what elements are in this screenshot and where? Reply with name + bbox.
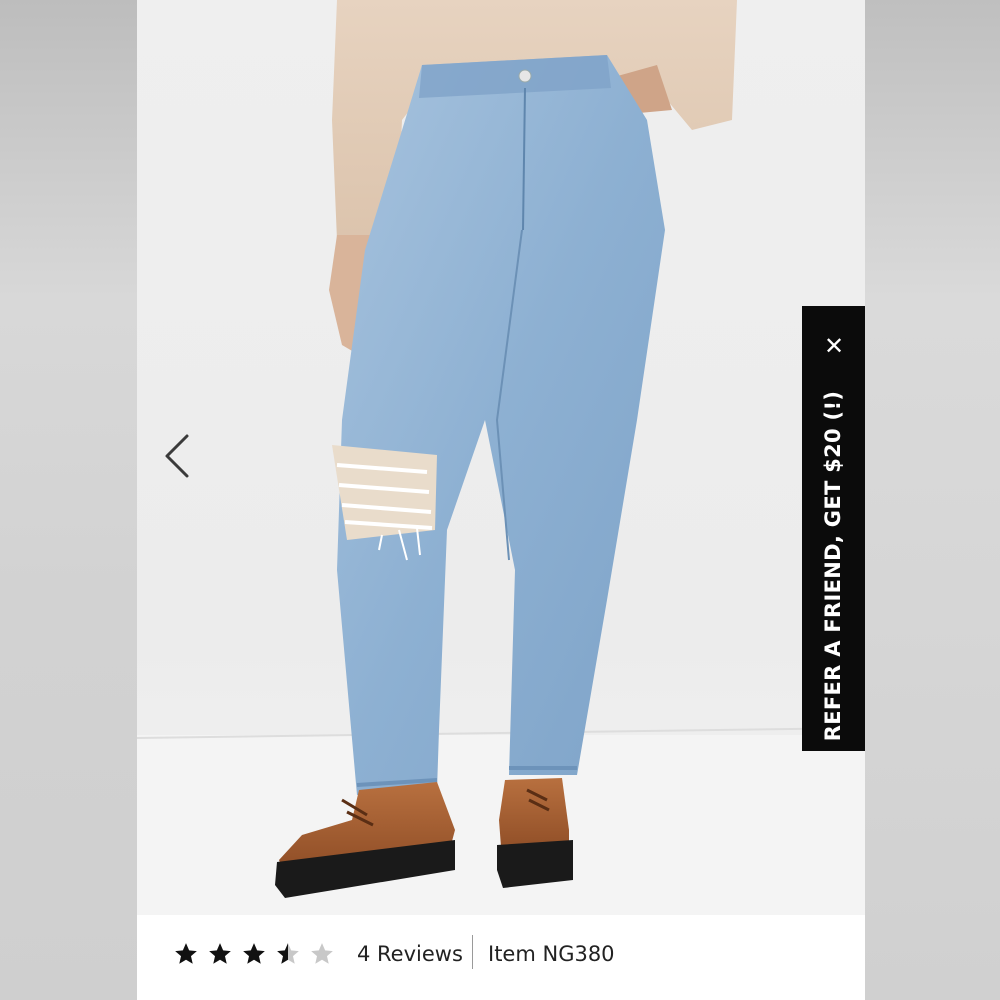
left-blurred-background — [0, 0, 137, 1000]
star-filled-icon — [209, 943, 231, 964]
right-blurred-background — [865, 0, 1000, 1000]
chevron-left-icon — [165, 434, 189, 478]
star-half-icon — [277, 943, 299, 964]
star-filled-icon — [175, 943, 197, 964]
product-image-viewer: ✕ REFER A FRIEND, GET $20 (!) 4 Reviews … — [137, 0, 865, 1000]
product-photo-illustration — [137, 0, 865, 915]
screen-frame: ✕ REFER A FRIEND, GET $20 (!) 4 Reviews … — [0, 0, 1000, 1000]
product-info-bar: 4 Reviews Item NG380 — [137, 915, 865, 1000]
star-filled-icon — [243, 943, 265, 964]
star-empty-icon — [311, 943, 333, 964]
item-number: Item NG380 — [488, 942, 615, 966]
product-photo — [137, 0, 865, 915]
refer-friend-tab[interactable]: ✕ REFER A FRIEND, GET $20 (!) — [802, 306, 865, 751]
reviews-link[interactable]: 4 Reviews — [357, 942, 463, 966]
refer-friend-label: REFER A FRIEND, GET $20 (!) — [821, 390, 845, 742]
close-icon[interactable]: ✕ — [818, 330, 850, 362]
star-rating — [173, 941, 335, 967]
previous-image-button[interactable] — [157, 432, 197, 480]
divider — [472, 935, 473, 969]
